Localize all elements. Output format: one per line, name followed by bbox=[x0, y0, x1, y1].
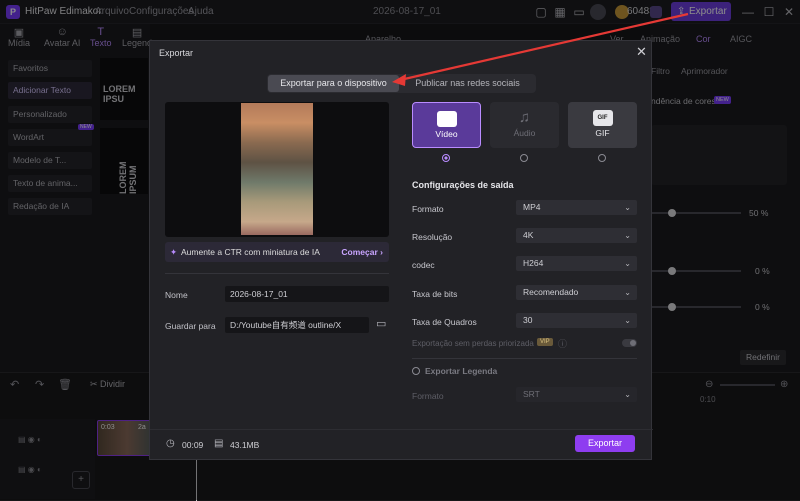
bitrate-label: Taxa de bits bbox=[412, 289, 458, 299]
bitrate-select[interactable]: Recomendado ⌄ bbox=[516, 285, 637, 300]
chevron-down-icon: ⌄ bbox=[624, 390, 631, 399]
format-card-audio[interactable]: ♫ Áudio bbox=[490, 102, 559, 148]
vip-badge: VIP bbox=[537, 338, 553, 346]
tab-publish-social[interactable]: Publicar nas redes sociais bbox=[402, 75, 533, 92]
chevron-down-icon: ⌄ bbox=[624, 203, 631, 212]
tab-export-device[interactable]: Exportar para o dispositivo bbox=[268, 75, 399, 92]
file-icon: ▤ bbox=[214, 438, 224, 449]
music-note-icon: ♫ bbox=[518, 109, 531, 126]
save-path-input[interactable]: D:/Youtube自有频道 outline/X bbox=[225, 317, 369, 333]
dialog-title: Exportar bbox=[159, 48, 194, 58]
divider bbox=[412, 358, 637, 359]
save-to-label: Guardar para bbox=[165, 321, 216, 331]
ai-thumbnail-banner[interactable]: ✦ Aumente a CTR com miniatura de IA Come… bbox=[165, 242, 389, 262]
radio-gif[interactable] bbox=[598, 154, 606, 162]
export-dialog: Exportar ✕ Exportar para o dispositivo P… bbox=[149, 40, 653, 460]
lossless-toggle[interactable] bbox=[622, 339, 637, 347]
export-button[interactable]: Exportar bbox=[575, 435, 635, 452]
export-caption-label: Exportar Legenda bbox=[425, 366, 498, 376]
format-card-gif[interactable]: GIF GIF bbox=[568, 102, 637, 148]
export-caption-checkbox[interactable] bbox=[412, 367, 420, 375]
format-label: Formato bbox=[412, 204, 444, 214]
radio-video[interactable] bbox=[442, 154, 450, 162]
output-settings-title: Configurações de saída bbox=[412, 180, 514, 190]
framerate-label: Taxa de Quadros bbox=[412, 317, 477, 327]
ai-thumbnail-text: Aumente a CTR com miniatura de IA bbox=[181, 247, 320, 257]
resolution-label: Resolução bbox=[412, 232, 453, 242]
chevron-down-icon: ⌄ bbox=[624, 288, 631, 297]
gif-icon: GIF bbox=[592, 110, 613, 126]
chevron-down-icon: ⌄ bbox=[624, 259, 631, 268]
toggle-knob bbox=[630, 340, 636, 346]
resolution-select[interactable]: 4K ⌄ bbox=[516, 228, 637, 243]
close-icon[interactable]: ✕ bbox=[636, 44, 647, 60]
name-label: Nome bbox=[165, 290, 188, 300]
framerate-select[interactable]: 30 ⌄ bbox=[516, 313, 637, 328]
codec-label: codec bbox=[412, 260, 435, 270]
chevron-down-icon: ⌄ bbox=[624, 316, 631, 325]
info-icon[interactable]: ⓘ bbox=[558, 337, 567, 350]
format-select[interactable]: MP4 ⌄ bbox=[516, 200, 637, 215]
caption-format-select[interactable]: SRT ⌄ bbox=[516, 387, 637, 402]
file-size: 43.1MB bbox=[230, 440, 260, 450]
sparkle-icon: ✦ bbox=[170, 247, 178, 257]
video-icon bbox=[436, 111, 457, 127]
video-preview bbox=[165, 102, 389, 237]
lossless-export-label: Exportação sem perdas priorizada bbox=[412, 339, 534, 348]
folder-icon[interactable]: ▭ bbox=[376, 317, 386, 330]
caption-format-label: Formato bbox=[412, 391, 444, 401]
divider bbox=[165, 273, 389, 274]
name-input[interactable]: 2026-08-17_01 bbox=[225, 286, 389, 302]
radio-audio[interactable] bbox=[520, 154, 528, 162]
clock-icon: ◷ bbox=[166, 438, 175, 449]
duration: 00:09 bbox=[182, 440, 204, 450]
format-card-video[interactable]: Vídeo bbox=[412, 102, 481, 148]
codec-select[interactable]: H264 ⌄ bbox=[516, 256, 637, 271]
chevron-down-icon: ⌄ bbox=[624, 231, 631, 240]
ai-thumbnail-start[interactable]: Começar › bbox=[341, 242, 383, 262]
preview-thumbnail bbox=[241, 103, 313, 235]
